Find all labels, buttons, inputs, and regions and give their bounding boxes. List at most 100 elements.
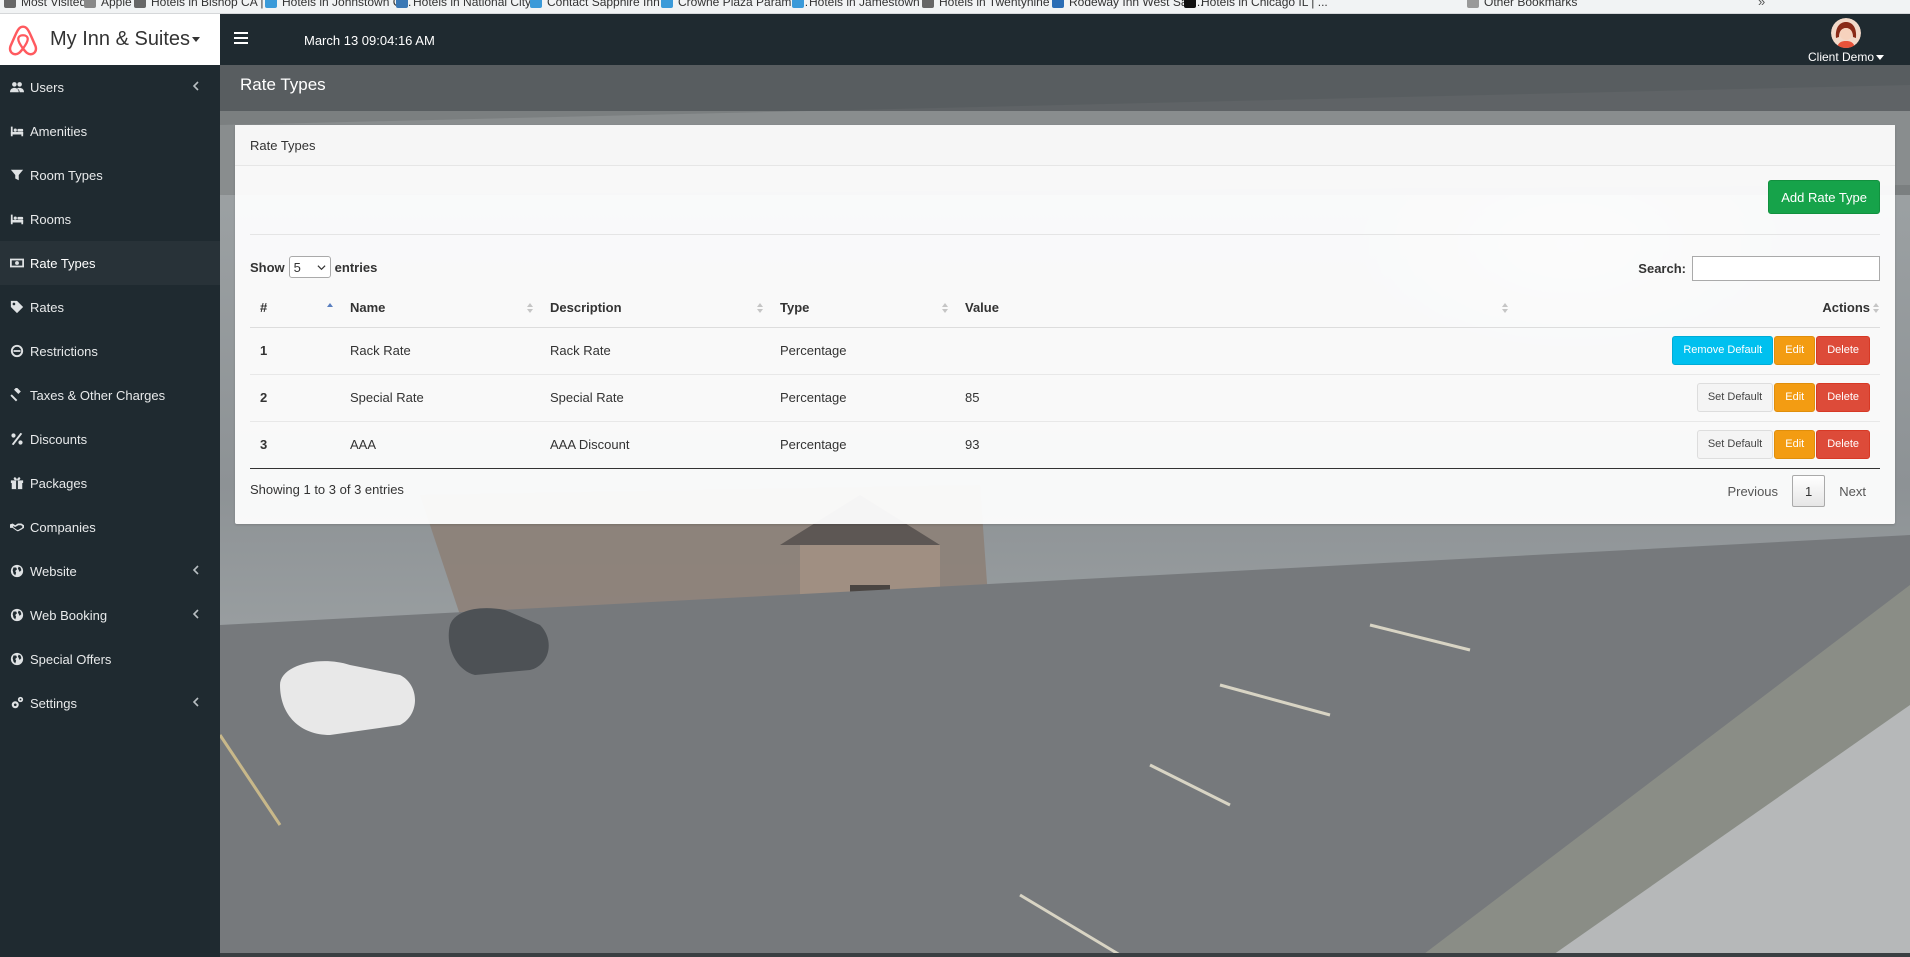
pagination-page-1[interactable]: 1 (1792, 475, 1826, 507)
cell-name: Rack Rate (340, 326, 540, 374)
remove-default-button[interactable]: Remove Default (1672, 336, 1774, 365)
cell-description: Special Rate (540, 373, 770, 421)
gavel-icon (10, 388, 24, 402)
column-header-value[interactable]: Value (955, 289, 1515, 328)
sidebar-item-room-types[interactable]: Room Types (0, 153, 220, 197)
chevron-left-icon (190, 564, 202, 576)
column-header-label: Name (350, 300, 386, 316)
bookmark-item[interactable]: Hotels in National City... (396, 0, 540, 9)
rate-types-panel: Rate Types Add Rate Type Show 5 entries … (235, 125, 1895, 524)
delete-button[interactable]: Delete (1816, 336, 1870, 365)
cell-number: 1 (250, 326, 340, 374)
sidebar-item-restrictions[interactable]: Restrictions (0, 329, 220, 373)
sidebar-item-website[interactable]: Website (0, 549, 220, 593)
bookmark-item[interactable]: Hotels in Chicago IL | ... (1184, 0, 1328, 9)
chevron-left-icon (190, 696, 202, 708)
sidebar-item-label: Rates (30, 299, 64, 315)
bookmark-favicon-icon (661, 0, 673, 8)
menu-toggle-icon[interactable] (234, 32, 248, 44)
cell-actions: Remove Default Edit Delete (1515, 326, 1880, 374)
bookmark-item[interactable]: Hotels in Twentynine ... (922, 0, 1063, 9)
bookmark-item[interactable]: Hotels in Bishop CA | ... (134, 0, 277, 9)
bookmark-item[interactable]: Rodeway Inn West Sac... (1052, 0, 1204, 9)
table-row: 3 AAA AAA Discount Percentage 93 Set Default E… (250, 420, 1880, 469)
ban-icon (10, 344, 24, 358)
bookmarks-overflow-icon[interactable]: » (1758, 0, 1765, 9)
percent-icon (10, 432, 24, 446)
bookmark-favicon-icon (134, 0, 146, 8)
tag-icon (10, 300, 24, 314)
column-header-label: Type (780, 300, 810, 316)
sidebar-item-amenities[interactable]: Amenities (0, 109, 220, 153)
sidebar-item-rooms[interactable]: Rooms (0, 197, 220, 241)
bookmark-item[interactable]: Contact Sapphire Inn ... (530, 0, 673, 9)
sidebar-item-rate-types[interactable]: Rate Types (0, 241, 220, 285)
caret-down-icon (1876, 55, 1885, 61)
edit-button[interactable]: Edit (1774, 336, 1816, 365)
column-header-description[interactable]: Description (540, 289, 770, 328)
bookmark-item[interactable]: Most Visited (4, 0, 86, 9)
sidebar-item-taxes-other-charges[interactable]: Taxes & Other Charges (0, 373, 220, 417)
sidebar-item-settings[interactable]: Settings (0, 681, 220, 725)
chevron-down-icon (317, 265, 326, 271)
bookmark-favicon-icon (84, 0, 96, 8)
bookmark-label: Crowne Plaza Paramu... (678, 0, 809, 9)
sidebar-item-web-booking[interactable]: Web Booking (0, 593, 220, 637)
user-name: Client Demo (1807, 50, 1875, 64)
chevron-left-icon (190, 608, 202, 620)
pagination-next[interactable]: Next (1825, 475, 1880, 507)
globe-icon (10, 608, 24, 622)
sort-icon (326, 301, 334, 315)
bookmark-item[interactable]: Crowne Plaza Paramu... (661, 0, 808, 9)
set-default-button[interactable]: Set Default (1696, 383, 1774, 412)
edit-button[interactable]: Edit (1774, 430, 1816, 459)
bed-icon (10, 212, 24, 226)
sidebar-item-label: Rate Types (30, 255, 96, 271)
cell-number: 3 (250, 420, 340, 469)
sidebar-item-rates[interactable]: Rates (0, 285, 220, 329)
column-header-label: # (260, 300, 268, 316)
sidebar-item-discounts[interactable]: Discounts (0, 417, 220, 461)
cogs-icon (10, 696, 24, 710)
bookmark-item[interactable]: Hotels in Jamestown ... (792, 0, 933, 9)
bookmark-item[interactable]: Hotels in Johnstown C... (265, 0, 411, 9)
table-row: 1 Rack Rate Rack Rate Percentage Remove Defa… (250, 326, 1880, 374)
sidebar-item-label: Amenities (30, 123, 88, 139)
sidebar-item-packages[interactable]: Packages (0, 461, 220, 505)
globe-icon (10, 564, 24, 578)
sidebar-item-users[interactable]: Users (0, 65, 220, 109)
current-datetime: March 13 09:04:16 AM (304, 33, 435, 48)
sort-icon (526, 301, 534, 315)
sort-icon (1872, 301, 1880, 315)
search-input[interactable] (1692, 256, 1880, 281)
column-header-type[interactable]: Type (770, 289, 955, 328)
sidebar-item-companies[interactable]: Companies (0, 505, 220, 549)
column-header-name[interactable]: Name (340, 289, 540, 328)
cell-actions: Set Default Edit Delete (1515, 420, 1880, 469)
column-header-number[interactable]: # (250, 289, 340, 328)
bookmark-favicon-icon (1467, 0, 1479, 8)
sidebar-item-label: Users (30, 79, 64, 95)
delete-button[interactable]: Delete (1816, 430, 1870, 459)
edit-button[interactable]: Edit (1774, 383, 1816, 412)
page-length-select[interactable]: 5 (288, 256, 331, 278)
bookmark-item[interactable]: Apple (84, 0, 132, 9)
cell-name: AAA (340, 420, 540, 469)
delete-button[interactable]: Delete (1816, 383, 1870, 412)
globe-icon (10, 652, 24, 666)
column-header-actions[interactable]: Actions (1515, 289, 1880, 328)
add-rate-type-button[interactable]: Add Rate Type (1768, 180, 1880, 214)
bookmark-label: Contact Sapphire Inn ... (547, 0, 674, 9)
bookmark-favicon-icon (1052, 0, 1064, 8)
bookmark-item[interactable]: Other Bookmarks (1467, 0, 1577, 9)
cell-value: 93 (955, 420, 1515, 469)
set-default-button[interactable]: Set Default (1696, 430, 1774, 459)
pagination-previous[interactable]: Previous (1713, 475, 1792, 507)
sidebar-item-special-offers[interactable]: Special Offers (0, 637, 220, 681)
filter-icon (10, 168, 24, 182)
bookmark-favicon-icon (396, 0, 408, 8)
brand-menu[interactable]: My Inn & Suites (50, 28, 201, 51)
handshake-icon (10, 520, 24, 534)
show-label: Show (250, 259, 285, 275)
user-menu[interactable]: Client Demo (1796, 18, 1896, 64)
